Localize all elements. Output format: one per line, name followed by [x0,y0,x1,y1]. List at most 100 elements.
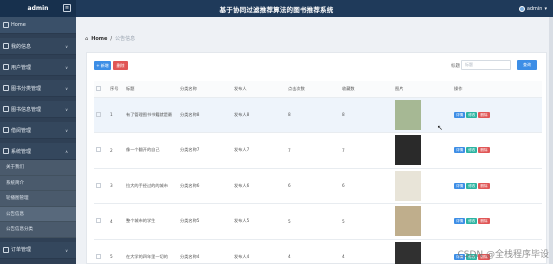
cell-clicks: 4 [286,239,340,264]
cell-favorites: 5 [340,203,393,240]
select-all-checkbox[interactable] [94,81,108,98]
detail-button[interactable]: 详情 [454,218,466,225]
detail-button[interactable]: 详情 [454,111,466,118]
sidebar-item-label: 我的信息 [11,43,32,50]
sidebar: Home 我的信息 ∨ 用户管理 ∨ 图书分类管理 ∨ 图书信息管理 ∨ 借阅管… [0,17,76,264]
data-table: 序号 标题 分类名称 发布人 点击次数 收藏数 图片 操作 1 有了管理图书书籍就… [94,81,542,264]
sidebar-item-label: 图书信息管理 [11,106,42,113]
sidebar-item-label: 图书分类管理 [11,85,42,92]
sidebar-item-label: Home [11,22,26,28]
breadcrumb-separator: / [110,35,113,42]
cell-category: 分类名称7 [178,132,232,169]
cell-publisher: 发布人7 [232,132,286,169]
cell-publisher: 发布人5 [232,203,286,240]
book-cover-image [395,135,421,166]
cell-actions: 详情 修改 删除 [452,168,542,204]
cell-actions: 详情 修改 删除 [452,203,542,240]
chevron-down-icon: ∨ [65,247,68,253]
table-row[interactable]: 3 拉大的手经过的的城市 分类名称6 发布人6 6 6 详情 修改 删除 [94,168,542,204]
cell-index: 5 [108,239,124,264]
sidebar-subitem-intro[interactable]: 系统简介 [0,175,76,191]
add-button[interactable]: + 新增 [94,61,111,70]
borrow-icon [3,127,9,133]
row-checkbox[interactable] [94,97,108,133]
cell-index: 3 [108,168,124,204]
user-card-icon [3,43,9,49]
chevron-down-icon: ▾ [544,5,547,12]
edit-button[interactable]: 修改 [466,147,478,154]
cell-image [393,168,452,204]
row-checkbox[interactable] [94,132,108,169]
table-row[interactable]: 4 整个城市的学生 分类名称5 发布人5 5 5 详情 修改 删除 [94,203,542,240]
watermark: CSDN @全栈程序毕设 [457,250,549,260]
cell-publisher: 发布人8 [232,97,286,133]
scrollbar[interactable] [549,17,553,264]
cell-title: 拉大的手经过的的城市 [124,168,178,204]
sidebar-subitem-notice-category[interactable]: 公告信息分类 [0,222,76,238]
row-checkbox[interactable] [94,203,108,240]
sidebar-item-book-category[interactable]: 图书分类管理 ∨ [0,80,76,97]
user-menu[interactable]: admin ▾ [518,4,547,13]
sidebar-item-my-info[interactable]: 我的信息 ∨ [0,38,76,55]
cell-publisher: 发布人6 [232,168,286,204]
table-row[interactable]: 2 像一个翻开的自己 分类名称7 发布人7 7 7 详情 修改 删除 [94,132,542,169]
cell-favorites: 4 [340,239,393,264]
search-button[interactable]: 查询 [517,60,537,70]
detail-button[interactable]: 详情 [454,182,466,189]
chevron-down-icon: ∨ [65,44,68,49]
sidebar-item-label: 订单管理 [11,247,32,253]
cell-title: 有了管理图书书籍就是最 [124,97,178,133]
chevron-down-icon: ∨ [65,65,68,70]
content-card: + 新增 删除 标题 标题 查询 序号 标题 分类名称 发布人 点击次数 收藏数… [86,52,547,264]
sidebar-item-system[interactable]: 系统管理 ∧ [0,143,76,160]
table-row[interactable]: 1 有了管理图书书籍就是最 分类名称8 发布人8 8 8 详情 修改 删除 [94,97,542,133]
search-label: 标题 [451,64,460,69]
sidebar-item-orders[interactable]: 订单管理 ∨ [0,241,76,259]
home-icon: ⌂ [85,35,89,42]
row-checkbox[interactable] [94,239,108,264]
users-icon [3,64,9,70]
sidebar-subitem-notice[interactable]: 公告信息 [0,206,76,222]
sidebar-item-home[interactable]: Home [0,17,76,34]
cell-clicks: 5 [286,203,340,240]
top-header: admin ≡ 基于协同过滤推荐算法的图书推荐系统 admin ▾ [0,0,553,17]
cell-category: 分类名称5 [178,203,232,240]
breadcrumb: ⌂ Home / 公告信息 [85,35,136,43]
chevron-down-icon: ∨ [65,128,68,133]
edit-button[interactable]: 修改 [466,218,478,225]
cell-index: 1 [108,97,124,133]
sidebar-item-book-info[interactable]: 图书信息管理 ∨ [0,101,76,118]
chevron-down-icon: ∨ [65,86,68,91]
row-delete-button[interactable]: 删除 [478,182,490,189]
row-delete-button[interactable]: 删除 [478,147,490,154]
sidebar-subitem-carousel[interactable]: 轮播图管理 [0,191,76,207]
home-icon [3,22,9,28]
cell-image [393,203,452,240]
cell-clicks: 6 [286,168,340,204]
chevron-up-icon: ∧ [65,149,68,154]
cell-favorites: 6 [340,168,393,204]
book-cover-image [395,99,421,130]
book-icon [3,106,9,112]
detail-button[interactable]: 详情 [454,147,466,154]
breadcrumb-home[interactable]: Home [91,36,107,42]
cell-image [393,132,452,169]
sidebar-subitem-about[interactable]: 关于我们 [0,160,76,176]
search-input[interactable]: 标题 [461,60,511,70]
sidebar-item-label: 借阅管理 [11,127,32,134]
row-delete-button[interactable]: 删除 [478,111,490,118]
edit-button[interactable]: 修改 [466,182,478,189]
breadcrumb-current: 公告信息 [115,36,136,42]
column-header: 图片 [393,81,452,98]
column-header: 分类名称 [178,81,232,98]
row-checkbox[interactable] [94,168,108,204]
edit-button[interactable]: 修改 [466,111,478,118]
column-header: 收藏数 [340,81,393,98]
sidebar-item-users[interactable]: 用户管理 ∨ [0,59,76,76]
sidebar-item-borrow[interactable]: 借阅管理 ∨ [0,122,76,139]
column-header: 发布人 [232,81,286,98]
cell-image [393,239,452,264]
delete-button[interactable]: 删除 [113,61,128,70]
row-delete-button[interactable]: 删除 [478,218,490,225]
cell-publisher: 发布人4 [232,239,286,264]
